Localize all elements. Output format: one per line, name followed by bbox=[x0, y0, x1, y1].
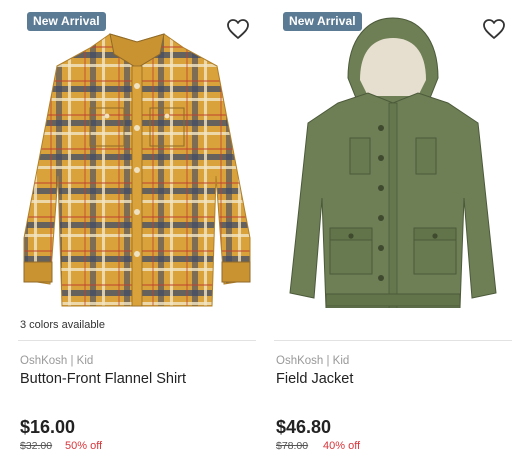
discount-text: 50% off bbox=[65, 440, 103, 452]
product-brand: OshKosh | Kid bbox=[276, 355, 350, 367]
original-price: $78.00 bbox=[276, 440, 309, 452]
product-card-field-jacket[interactable]: New Arrival OshKosh | Kid Field Jacket $… bbox=[268, 0, 518, 458]
product-card-flannel-shirt[interactable]: New Arrival 3 colors available OshKosh |… bbox=[12, 0, 262, 458]
original-price: $32.00 bbox=[20, 440, 53, 452]
product-name[interactable]: Field Jacket bbox=[276, 371, 353, 387]
heart-icon[interactable] bbox=[226, 18, 250, 40]
heart-icon[interactable] bbox=[482, 18, 506, 40]
new-arrival-badge: New Arrival bbox=[283, 12, 362, 31]
divider bbox=[18, 340, 256, 341]
new-arrival-badge: New Arrival bbox=[27, 12, 106, 31]
product-image-field-jacket[interactable] bbox=[268, 8, 518, 309]
product-brand: OshKosh | Kid bbox=[20, 355, 94, 367]
discount-text: 40% off bbox=[323, 440, 361, 452]
product-name[interactable]: Button-Front Flannel Shirt bbox=[20, 371, 186, 387]
product-image-flannel-shirt[interactable] bbox=[12, 8, 262, 308]
sale-price: $16.00 bbox=[20, 417, 76, 437]
sale-price: $46.80 bbox=[276, 417, 332, 437]
colors-available-text[interactable]: 3 colors available bbox=[20, 319, 105, 331]
divider bbox=[274, 340, 512, 341]
